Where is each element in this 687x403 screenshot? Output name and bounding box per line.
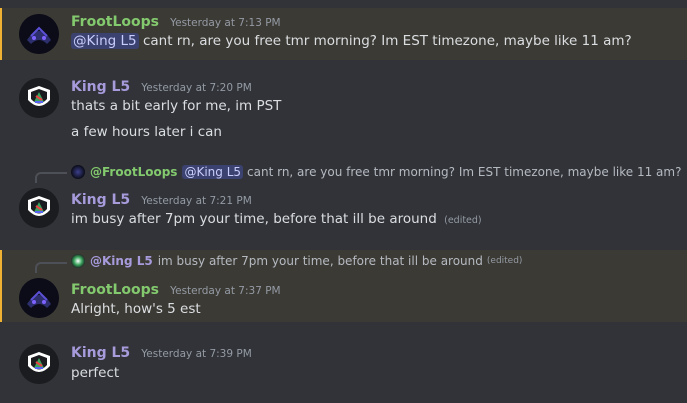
reply-spine [35, 262, 67, 273]
edited-label: (edited) [444, 215, 482, 226]
reply-author[interactable]: @FrootLoops [90, 165, 177, 179]
froot-loops-avatar[interactable] [19, 278, 59, 318]
message-text: Alright, how's 5 est [71, 301, 201, 317]
reply-edited-label: (edited) [486, 256, 523, 266]
user-mention[interactable]: @King L5 [71, 33, 139, 49]
froot-loops-avatar[interactable] [19, 14, 59, 54]
reply-author[interactable]: @King L5 [90, 254, 153, 268]
reply-spine [35, 172, 67, 183]
message-king-3[interactable]: King L5 Yesterday at 7:39 PM perfect [0, 338, 687, 394]
message-text: thats a bit early for me, im PST [71, 98, 282, 114]
king-l5-avatar[interactable] [19, 78, 59, 118]
froot-loops-avatar-small [71, 165, 85, 179]
message-text: perfect [71, 365, 120, 381]
message-content: im busy after 7pm your time, before that… [71, 211, 482, 227]
message-king-2[interactable]: @FrootLoops @King L5 cant rn, are you fr… [0, 160, 687, 242]
reply-text: cant rn, are you free tmr morning? Im ES… [247, 165, 682, 179]
timestamp[interactable]: Yesterday at 7:37 PM [170, 285, 281, 297]
timestamp[interactable]: Yesterday at 7:20 PM [141, 82, 252, 94]
message-froot-2[interactable]: @King L5 im busy after 7pm your time, be… [0, 250, 687, 322]
message-text: a few hours later i can [71, 124, 222, 140]
message-king-1[interactable]: King L5 Yesterday at 7:20 PM thats a bit… [0, 72, 687, 146]
message-froot-1[interactable]: FrootLoops Yesterday at 7:13 PM @King L5… [0, 8, 687, 60]
king-l5-avatar-small [71, 254, 85, 268]
reply-reference[interactable]: @FrootLoops @King L5 cant rn, are you fr… [71, 165, 681, 179]
message-text: im busy after 7pm your time, before that… [71, 211, 437, 227]
reply-mention: @King L5 [182, 165, 244, 179]
reply-reference[interactable]: @King L5 im busy after 7pm your time, be… [71, 254, 522, 268]
message-content: @King L5 cant rn, are you free tmr morni… [71, 33, 632, 49]
author-name[interactable]: FrootLoops [71, 282, 159, 298]
timestamp[interactable]: Yesterday at 7:21 PM [141, 195, 252, 207]
king-l5-avatar[interactable] [19, 188, 59, 228]
king-l5-avatar[interactable] [19, 344, 59, 384]
author-name[interactable]: King L5 [71, 345, 130, 361]
timestamp[interactable]: Yesterday at 7:13 PM [170, 17, 281, 29]
reply-text: im busy after 7pm your time, before that… [157, 254, 483, 268]
timestamp[interactable]: Yesterday at 7:39 PM [141, 348, 252, 360]
author-name[interactable]: FrootLoops [71, 14, 159, 30]
author-name[interactable]: King L5 [71, 192, 130, 208]
author-name[interactable]: King L5 [71, 79, 130, 95]
message-text: cant rn, are you free tmr morning? Im ES… [142, 33, 632, 49]
